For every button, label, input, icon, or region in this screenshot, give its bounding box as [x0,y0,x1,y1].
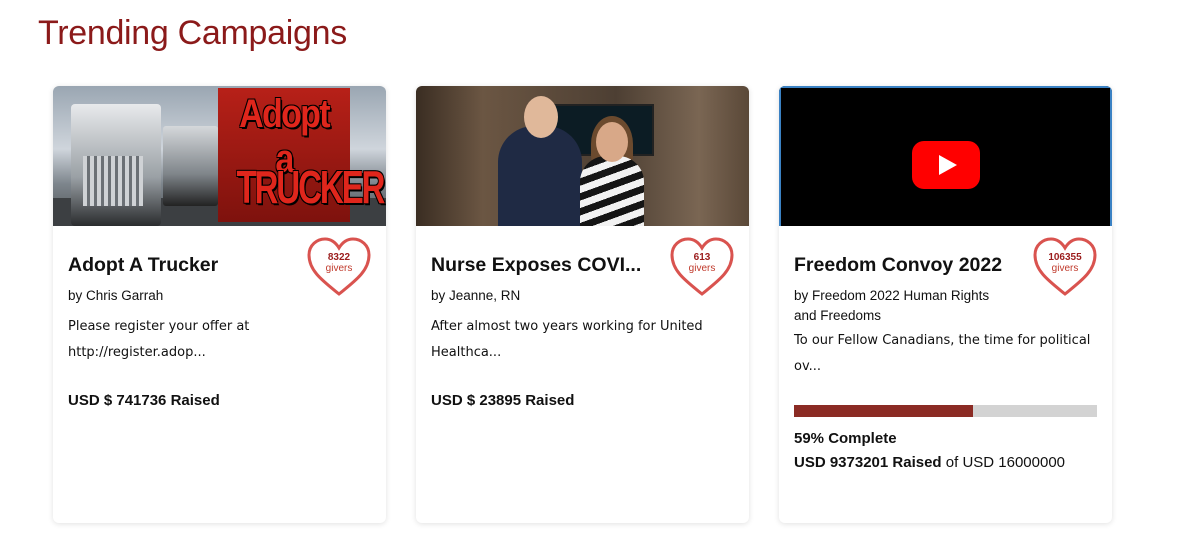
campaign-card-freedom-convoy[interactable]: Freedom Convoy 2022 106355 givers by Fre… [779,86,1112,523]
heart-icon: 613 givers [668,236,736,298]
givers-count: 106355 [1048,252,1082,263]
campaign-title[interactable]: Nurse Exposes COVI... [431,254,661,277]
campaign-author: by Freedom 2022 Human Rights and Freedom… [794,288,990,323]
givers-count: 613 [693,252,711,263]
givers-label: givers [688,263,716,274]
givers-label: givers [325,263,353,274]
campaign-thumbnail[interactable] [416,86,749,226]
youtube-play-icon[interactable] [912,141,980,189]
goal-amount: of USD 16000000 [945,454,1066,471]
section-title: Trending Campaigns [38,14,347,52]
thumbnail-logo-sign: Adopt a TRUCKER [218,88,385,222]
heart-icon: 106355 givers [1031,236,1099,298]
campaign-card-adopt-a-trucker[interactable]: Adopt a TRUCKER Adopt A Trucker 8322 giv… [53,86,386,523]
video-embed[interactable] [779,86,1112,226]
progress-bar-fill [794,405,973,417]
percent-complete: 59% Complete [794,430,897,447]
heart-icon: 8322 givers [305,236,373,298]
amount-raised: USD $ 741736 Raised [68,392,220,409]
campaign-author: by Jeanne, RN [431,288,521,303]
givers-label: givers [1051,263,1079,274]
givers-count: 8322 [327,252,351,263]
campaign-author: by Chris Garrah [68,288,164,303]
progress-bar [794,405,1097,417]
thumbnail-text-line-2: TRUCKER [236,161,385,213]
amount-raised: USD $ 23895 Raised [431,392,575,409]
campaign-thumbnail[interactable]: Adopt a TRUCKER [53,86,386,226]
campaign-description: To our Fellow Canadians, the time for po… [794,333,1091,374]
campaign-description: After almost two years working for Unite… [431,319,703,360]
amount-raised: USD 9373201 Raised [794,454,942,471]
raised-summary: USD 9373201 Raised of USD 16000000 [794,454,1065,471]
campaign-description: Please register your offer at http://reg… [68,319,250,360]
campaign-title[interactable]: Adopt A Trucker [68,254,298,277]
campaign-title[interactable]: Freedom Convoy 2022 [794,254,1024,277]
campaign-card-nurse-exposes[interactable]: Nurse Exposes COVI... 613 givers by Jean… [416,86,749,523]
